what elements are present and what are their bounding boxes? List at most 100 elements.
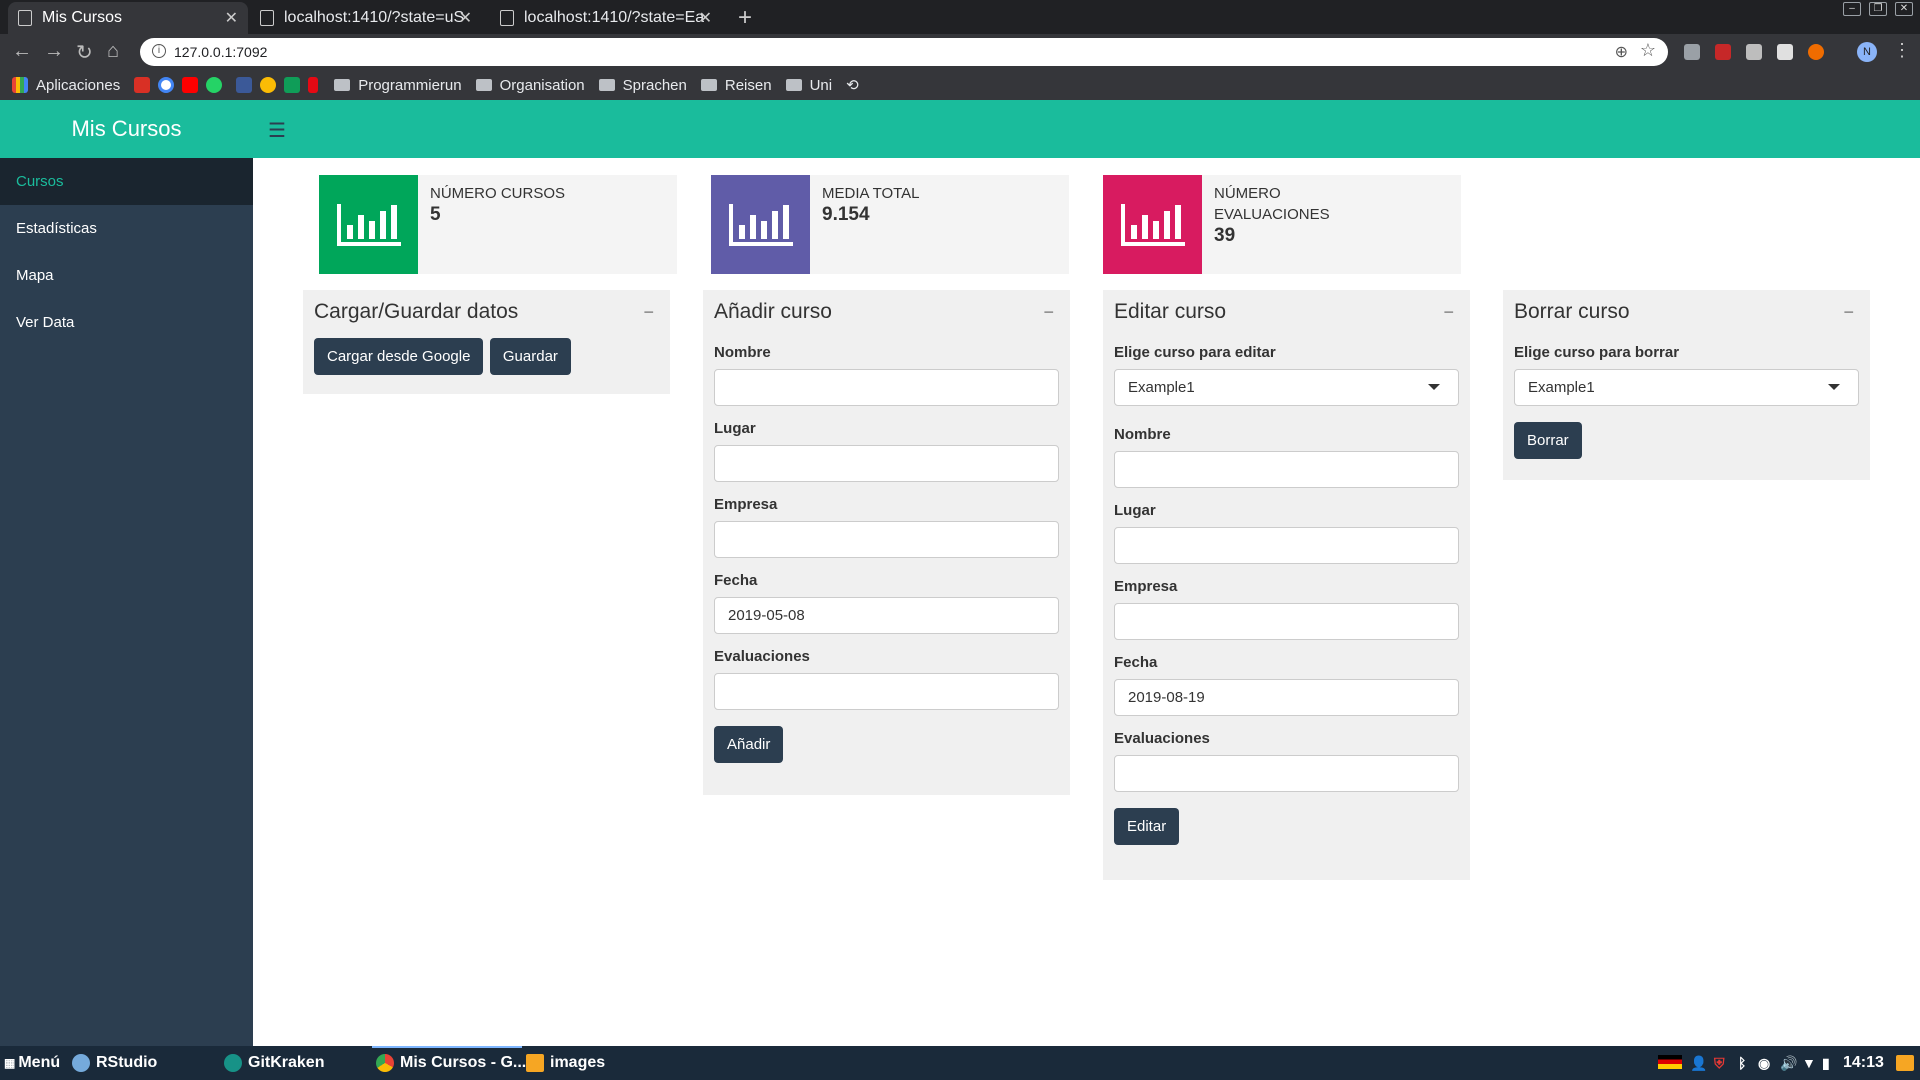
- hamburger-menu-icon[interactable]: ☰: [268, 118, 286, 143]
- info-icon[interactable]: i: [152, 44, 166, 58]
- bookmark-folder[interactable]: Organisation: [475, 76, 585, 94]
- photos-icon[interactable]: [260, 77, 277, 93]
- bluetooth-icon[interactable]: ᛒ: [1738, 1055, 1746, 1071]
- bookmark-folder[interactable]: Reisen: [700, 77, 772, 94]
- collapse-icon[interactable]: −: [1443, 302, 1454, 323]
- collapse-icon[interactable]: −: [643, 302, 654, 323]
- infobox-media-total: MEDIA TOTAL 9.154: [711, 175, 1069, 274]
- close-icon[interactable]: ✕: [459, 8, 472, 28]
- course-select-delete[interactable]: Example1: [1514, 369, 1859, 406]
- evaluaciones-input[interactable]: [1114, 755, 1459, 792]
- bookmark-folder[interactable]: Sprachen: [598, 77, 687, 94]
- chevron-down-icon: [1828, 384, 1840, 390]
- back-icon[interactable]: ←: [12, 40, 32, 63]
- bookmark-star-icon[interactable]: ☆: [1640, 40, 1656, 61]
- course-select-edit[interactable]: Example1: [1114, 369, 1459, 406]
- grid-icon: ▦: [4, 1056, 16, 1070]
- zoom-icon[interactable]: ⊕: [1615, 42, 1628, 62]
- delete-button[interactable]: Borrar: [1514, 422, 1582, 459]
- task-label: images: [550, 1054, 606, 1071]
- nombre-input[interactable]: [714, 369, 1059, 406]
- save-button[interactable]: Guardar: [489, 338, 571, 375]
- label-fecha: Fecha: [714, 572, 758, 589]
- folder-icon: [700, 79, 717, 91]
- label-lugar: Lugar: [714, 420, 756, 437]
- user-icon[interactable]: 👤: [1690, 1055, 1707, 1072]
- gmail-icon[interactable]: [134, 77, 151, 93]
- label-lugar: Lugar: [1114, 502, 1156, 519]
- taskbar-app-chrome[interactable]: Mis Cursos - G...: [376, 1054, 526, 1072]
- address-bar[interactable]: i 127.0.0.1:7092 ⊕ ☆: [140, 38, 1668, 66]
- apps-grid-icon: [12, 77, 28, 93]
- load-google-button[interactable]: Cargar desde Google: [314, 338, 484, 375]
- whatsapp-icon[interactable]: [206, 77, 223, 93]
- taskbar-app-gitkraken[interactable]: GitKraken: [224, 1054, 324, 1072]
- adblock-icon[interactable]: [1715, 44, 1731, 60]
- select-value: Example1: [1128, 379, 1195, 396]
- edit-course-box: Editar curso − Elige curso para editar E…: [1103, 290, 1470, 880]
- keyboard-layout-flag-icon[interactable]: [1658, 1055, 1682, 1069]
- sidebar-item-cursos[interactable]: Cursos: [0, 158, 253, 205]
- fecha-input[interactable]: 2019-08-19: [1114, 679, 1459, 716]
- netflix-icon[interactable]: [308, 77, 319, 93]
- empresa-input[interactable]: [1114, 603, 1459, 640]
- restore-icon[interactable]: ❐: [1869, 2, 1887, 16]
- empresa-input[interactable]: [714, 521, 1059, 558]
- start-menu-button[interactable]: ▦ Menú: [4, 1054, 60, 1072]
- extension-icon[interactable]: [1777, 44, 1793, 60]
- shield-icon[interactable]: ⛨: [1714, 1055, 1725, 1072]
- browser-tab-active[interactable]: Mis Cursos ✕: [8, 2, 248, 34]
- battery-icon[interactable]: ▮: [1822, 1055, 1830, 1072]
- close-window-icon[interactable]: ✕: [1895, 2, 1913, 16]
- history-icon[interactable]: ⟲: [846, 76, 859, 94]
- edit-button[interactable]: Editar: [1114, 808, 1180, 845]
- facebook-icon[interactable]: [236, 77, 253, 93]
- browser-tab[interactable]: localhost:1410/?state=uS ✕: [250, 2, 482, 34]
- notification-icon[interactable]: [1896, 1055, 1914, 1071]
- minimize-icon[interactable]: –: [1843, 2, 1861, 16]
- home-icon[interactable]: ⌂: [107, 40, 119, 63]
- taskbar-app-images[interactable]: images: [526, 1054, 605, 1072]
- taskbar-app-rstudio[interactable]: RStudio: [72, 1054, 157, 1072]
- browser-menu-icon[interactable]: ⋮: [1893, 40, 1911, 61]
- browser-tab[interactable]: localhost:1410/?state=Ea ✕: [490, 2, 722, 34]
- profile-avatar[interactable]: N: [1857, 42, 1877, 62]
- nombre-input[interactable]: [1114, 451, 1459, 488]
- youtube-icon[interactable]: [182, 77, 199, 93]
- volume-icon[interactable]: 🔊: [1780, 1055, 1797, 1072]
- reload-icon[interactable]: ↻: [76, 40, 93, 65]
- bookmark-apps[interactable]: Aplicaciones: [12, 77, 120, 94]
- network-icon[interactable]: ◉: [1758, 1055, 1770, 1072]
- evaluaciones-input[interactable]: [714, 673, 1059, 710]
- bookmark-folder[interactable]: Programmierun: [334, 77, 462, 94]
- add-button[interactable]: Añadir: [714, 726, 784, 763]
- drive-icon[interactable]: [284, 77, 301, 93]
- extension-icon[interactable]: [1808, 44, 1824, 60]
- extension-icon[interactable]: [1684, 44, 1700, 60]
- label-select-delete: Elige curso para borrar: [1514, 344, 1680, 361]
- page-icon: [500, 10, 514, 26]
- browser-toolbar: ← → ↻ ⌂ i 127.0.0.1:7092 ⊕ ☆ N ⋮: [0, 34, 1920, 70]
- menu-label: Menú: [18, 1054, 61, 1071]
- sidebar-item-mapa[interactable]: Mapa: [0, 252, 253, 299]
- bookmark-folder[interactable]: Uni: [785, 77, 832, 94]
- bookmark-label: Organisation: [499, 76, 585, 94]
- tab-title: Mis Cursos: [42, 9, 123, 26]
- collapse-icon[interactable]: −: [1843, 302, 1854, 323]
- google-icon[interactable]: [158, 77, 175, 93]
- wifi-icon[interactable]: ▼: [1802, 1055, 1816, 1071]
- close-icon[interactable]: ✕: [699, 8, 712, 28]
- infobox-numero-cursos: NÚMERO CURSOS 5: [319, 175, 677, 274]
- forward-icon[interactable]: →: [44, 40, 64, 63]
- new-tab-button[interactable]: +: [738, 4, 752, 32]
- extension-icon[interactable]: [1746, 44, 1762, 60]
- lugar-input[interactable]: [714, 445, 1059, 482]
- box-title: Cargar/Guardar datos: [314, 300, 519, 323]
- lugar-input[interactable]: [1114, 527, 1459, 564]
- sidebar-item-estadisticas[interactable]: Estadísticas: [0, 205, 253, 252]
- tab-title: localhost:1410/?state=uS: [284, 9, 464, 26]
- sidebar-item-ver-data[interactable]: Ver Data: [0, 299, 253, 346]
- collapse-icon[interactable]: −: [1043, 302, 1054, 323]
- fecha-input[interactable]: 2019-05-08: [714, 597, 1059, 634]
- close-icon[interactable]: ✕: [225, 8, 238, 28]
